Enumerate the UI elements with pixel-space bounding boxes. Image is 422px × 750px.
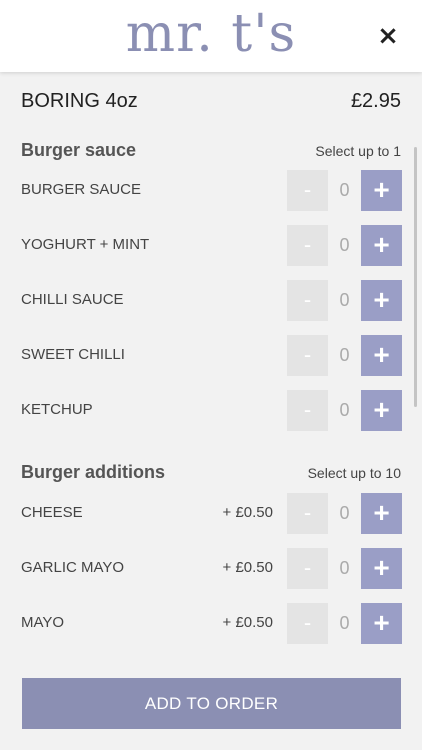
option-label: YOGHURT + MINT: [21, 236, 150, 253]
option-label: GARLIC MAYO: [21, 559, 125, 576]
increment-button[interactable]: +: [361, 493, 402, 534]
quantity-value: 0: [339, 345, 350, 365]
option-row: CHILLI SAUCE - 0 +: [21, 280, 402, 321]
option-label: MAYO: [21, 614, 65, 631]
option-label: BURGER SAUCE: [21, 181, 142, 198]
quantity-value: 0: [339, 180, 350, 200]
item-options-panel: BORING 4oz £2.95 Burger sauce Select up …: [0, 72, 422, 750]
header: mr. t's ×: [0, 0, 422, 72]
close-icon[interactable]: ×: [374, 22, 402, 50]
option-row: YOGHURT + MINT - 0 +: [21, 225, 402, 266]
decrement-button[interactable]: -: [287, 170, 328, 211]
increment-button[interactable]: +: [361, 225, 402, 266]
option-price: + £0.50: [222, 614, 273, 631]
increment-button[interactable]: +: [361, 603, 402, 644]
item-header: BORING 4oz £2.95: [21, 90, 401, 120]
increment-button[interactable]: +: [361, 335, 402, 376]
increment-button[interactable]: +: [361, 280, 402, 321]
increment-button[interactable]: +: [361, 390, 402, 431]
option-label: CHEESE: [21, 504, 83, 521]
quantity-value: 0: [339, 613, 350, 633]
decrement-button[interactable]: -: [287, 548, 328, 589]
option-label: SWEET CHILLI: [21, 346, 125, 363]
quantity-value: 0: [339, 235, 350, 255]
decrement-button[interactable]: -: [287, 225, 328, 266]
decrement-button[interactable]: -: [287, 603, 328, 644]
option-label: CHILLI SAUCE: [21, 291, 124, 308]
quantity-value: 0: [339, 503, 350, 523]
quantity-value: 0: [339, 290, 350, 310]
option-row: BURGER SAUCE - 0 +: [21, 170, 402, 211]
option-row: GARLIC MAYO + £0.50 - 0 +: [21, 548, 402, 589]
section-title-burger-sauce: Burger sauce: [21, 140, 137, 160]
option-row: CHEESE + £0.50 - 0 +: [21, 493, 402, 534]
decrement-button[interactable]: -: [287, 493, 328, 534]
item-name: BORING 4oz: [21, 90, 138, 112]
option-price: + £0.50: [222, 559, 273, 576]
increment-button[interactable]: +: [361, 548, 402, 589]
section-limit: Select up to 10: [307, 465, 401, 481]
brand-logo: mr. t's: [125, 4, 297, 64]
add-to-order-button[interactable]: ADD TO ORDER: [22, 678, 401, 729]
option-label: KETCHUP: [21, 401, 93, 418]
section-limit: Select up to 1: [315, 143, 401, 159]
increment-button[interactable]: +: [361, 170, 402, 211]
scrollbar[interactable]: [414, 147, 417, 407]
option-row: SWEET CHILLI - 0 +: [21, 335, 402, 376]
item-price: £2.95: [350, 90, 401, 112]
decrement-button[interactable]: -: [287, 335, 328, 376]
decrement-button[interactable]: -: [287, 390, 328, 431]
quantity-value: 0: [339, 400, 350, 420]
option-row: KETCHUP - 0 +: [21, 390, 402, 431]
decrement-button[interactable]: -: [287, 280, 328, 321]
section-title-burger-additions: Burger additions: [21, 462, 166, 482]
option-row: MAYO + £0.50 - 0 +: [21, 603, 402, 644]
option-price: + £0.50: [222, 504, 273, 521]
quantity-value: 0: [339, 558, 350, 578]
